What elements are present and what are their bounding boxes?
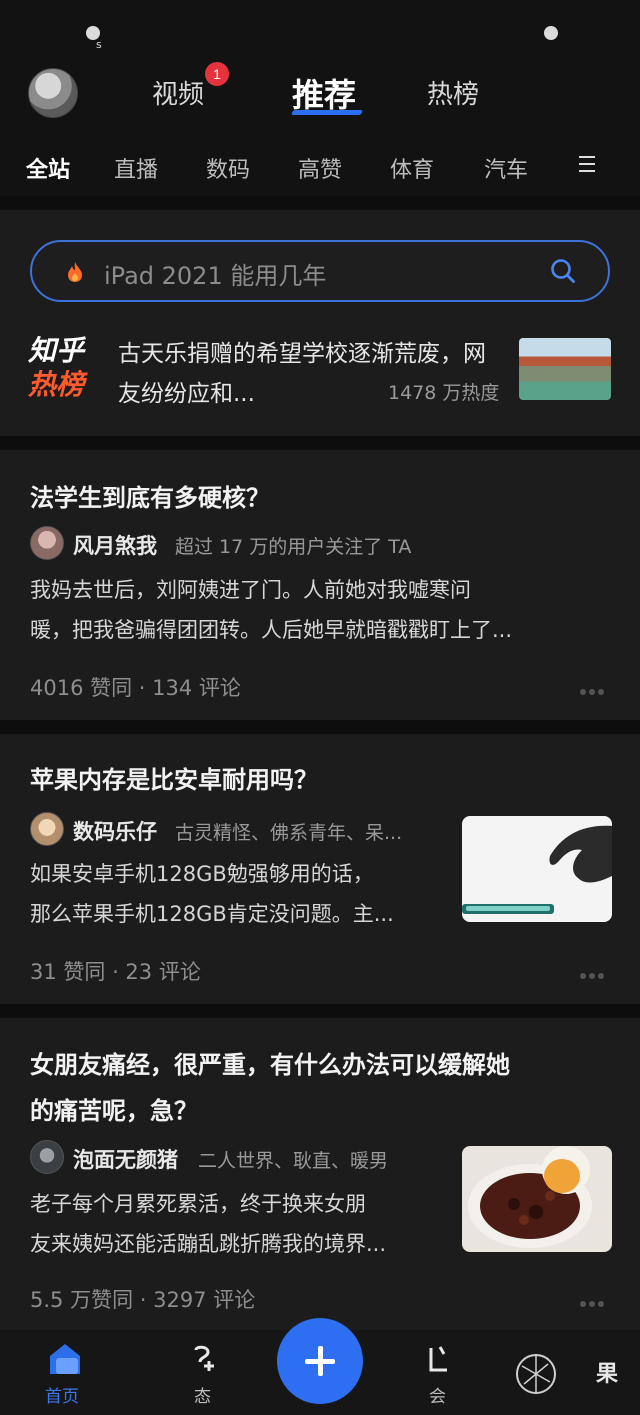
zhihu-hot-logo[interactable]: 知乎 热榜 — [28, 334, 98, 402]
answer-stats: 4016 赞同 · 134 评论 — [30, 676, 241, 700]
question-title[interactable]: 苹果内存是比安卓耐用吗？ — [30, 758, 318, 802]
channel-top-voted[interactable]: 高赞 — [298, 152, 342, 184]
answer-excerpt[interactable]: 如果安卓手机128GB勉强够用的话， 那么苹果手机128GB肯定没问题。主... — [30, 854, 394, 934]
flame-icon — [68, 262, 82, 282]
title-line: 女朋友痛经，很严重，有什么办法可以缓解她 — [30, 1051, 510, 1079]
watermark-text: 果 — [596, 1362, 619, 1387]
status-text: s — [96, 38, 102, 51]
channel-live[interactable]: 直播 — [114, 152, 158, 184]
tab-video[interactable]: 视频 — [152, 74, 204, 111]
channel-all[interactable]: 全站 — [26, 152, 70, 184]
divider — [0, 720, 640, 734]
channel-sports[interactable]: 体育 — [390, 152, 434, 184]
channel-bar: 全站 直播 数码 高赞 体育 汽车 — [0, 148, 640, 188]
excerpt-line: 我妈去世后，刘阿姨进了门。人前她对我嘘寒问 — [30, 578, 471, 602]
hand-phone-image — [462, 825, 612, 914]
author-description: 二人世界、耿直、暖男 — [198, 1150, 389, 1172]
question-title[interactable]: 女朋友痛经，很严重，有什么办法可以缓解她 的痛苦呢，急？ — [30, 1042, 510, 1134]
feed-card[interactable]: 苹果内存是比安卓耐用吗？ 数码乐仔 古灵精怪、佛系青年、呆... 如果安卓手机1… — [0, 734, 640, 1004]
food-bowl-image — [468, 1146, 592, 1248]
more-options-icon[interactable] — [580, 680, 608, 695]
search-icon[interactable] — [550, 258, 576, 284]
author-name[interactable]: 泡面无颜猪 — [73, 1144, 178, 1174]
hot-item-heat: 1478 万热度 — [388, 382, 500, 404]
divider — [0, 196, 640, 210]
author-avatar[interactable] — [30, 812, 64, 846]
divider — [0, 1004, 640, 1018]
channel-digital[interactable]: 数码 — [206, 152, 250, 184]
excerpt-line: 老子每个月累死累活，终于换来女朋 — [30, 1192, 366, 1216]
feed-card[interactable]: 女朋友痛经，很严重，有什么办法可以缓解她 的痛苦呢，急？ 泡面无颜猪 二人世界、… — [0, 1018, 640, 1330]
avatar[interactable] — [28, 68, 78, 118]
search-hot-card: iPad 2021 能用几年 知乎 热榜 古天乐捐赠的希望学校逐渐荒废，网友纷纷… — [0, 210, 640, 436]
excerpt-line: 暖，把我爸骗得团团转。人后她早就暗戳戳盯上了... — [30, 618, 513, 642]
more-options-icon[interactable] — [580, 964, 608, 979]
active-tab-indicator — [290, 110, 364, 115]
answer-stats: 5.5 万赞同 · 3297 评论 — [30, 1288, 256, 1312]
top-bar: 视频 1 推荐 热榜 — [0, 60, 640, 130]
excerpt-line: 友来姨妈还能活蹦乱跳折腾我的境界... — [30, 1232, 387, 1256]
logo-line-1: 知乎 — [28, 334, 85, 367]
author-avatar[interactable] — [30, 1140, 64, 1174]
nav-dynamic[interactable]: 态 — [194, 1382, 211, 1407]
feed-card[interactable]: 法学生到底有多硬核？ 风月煞我 超过 17 万的用户关注了 TA 我妈去世后，刘… — [0, 450, 640, 720]
answer-excerpt[interactable]: 老子每个月累死累活，终于换来女朋 友来姨妈还能活蹦乱跳折腾我的境界... — [30, 1184, 386, 1264]
more-options-icon[interactable] — [580, 1292, 608, 1307]
search-placeholder: iPad 2021 能用几年 — [104, 262, 327, 290]
answer-thumbnail[interactable] — [462, 1146, 612, 1252]
answer-stats: 31 赞同 · 23 评论 — [30, 960, 201, 984]
search-input[interactable]: iPad 2021 能用几年 — [30, 240, 610, 302]
nav-home[interactable]: 首页 — [45, 1382, 79, 1407]
bottom-nav: 首页 态 会 果 — [0, 1318, 640, 1415]
status-bar: s — [0, 0, 640, 58]
logo-line-2: 热榜 — [28, 368, 85, 401]
watermark-logo-icon — [516, 1354, 556, 1394]
answer-thumbnail[interactable] — [462, 816, 612, 922]
question-title[interactable]: 法学生到底有多硬核？ — [30, 476, 270, 520]
hot-item-thumbnail[interactable] — [519, 338, 611, 400]
channel-menu-icon[interactable] — [579, 156, 595, 172]
add-button[interactable] — [277, 1318, 363, 1404]
title-line: 的痛苦呢，急？ — [30, 1097, 198, 1125]
camera-cutout-icon — [544, 26, 558, 40]
divider — [0, 436, 640, 450]
channel-cars[interactable]: 汽车 — [484, 152, 528, 184]
excerpt-line: 那么苹果手机128GB肯定没问题。主... — [30, 902, 394, 926]
author-avatar[interactable] — [30, 526, 64, 560]
answer-excerpt[interactable]: 我妈去世后，刘阿姨进了门。人前她对我嘘寒问 暖，把我爸骗得团团转。人后她早就暗戳… — [30, 570, 512, 650]
nav-member[interactable]: 会 — [429, 1382, 446, 1407]
author-name[interactable]: 风月煞我 — [73, 530, 157, 560]
author-description: 古灵精怪、佛系青年、呆... — [175, 822, 403, 844]
excerpt-line: 如果安卓手机128GB勉强够用的话， — [30, 862, 374, 886]
author-description: 超过 17 万的用户关注了 TA — [175, 536, 412, 558]
author-row: 风月煞我 超过 17 万的用户关注了 TA — [30, 526, 610, 562]
home-icon[interactable] — [46, 1342, 84, 1376]
dynamic-icon[interactable] — [190, 1344, 216, 1374]
author-name[interactable]: 数码乐仔 — [73, 816, 157, 846]
notification-badge: 1 — [205, 62, 229, 86]
member-icon[interactable] — [428, 1344, 450, 1374]
tab-hot[interactable]: 热榜 — [427, 74, 479, 111]
